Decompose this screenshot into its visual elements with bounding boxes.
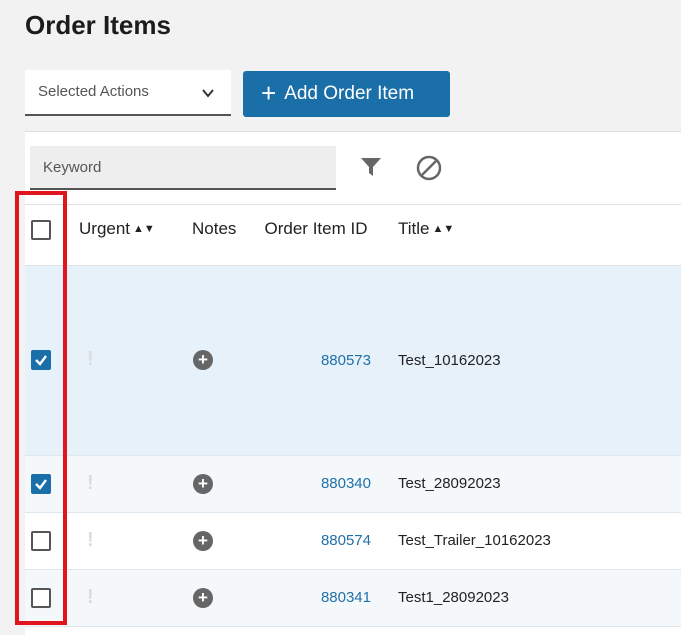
order-items-panel: Urgent▲▼ Notes Order Item ID Title▲▼ ! +… (25, 131, 681, 635)
column-header-title[interactable]: Title ▲▼ (398, 219, 454, 239)
title-cell: Test1_28092023 (398, 589, 509, 606)
urgent-icon[interactable]: ! (87, 472, 94, 495)
add-order-item-label: Add Order Item (284, 83, 415, 104)
plus-icon: + (261, 78, 277, 108)
order-item-id-link[interactable]: 880574 (261, 532, 371, 549)
add-note-icon[interactable]: + (193, 350, 213, 370)
urgent-icon[interactable]: ! (87, 348, 94, 371)
table-row: ! + 880574 Test_Trailer_10162023 (25, 513, 681, 570)
sort-icon: ▲▼ (432, 223, 455, 235)
add-note-icon[interactable]: + (193, 531, 213, 551)
page-title: Order Items (25, 10, 171, 40)
clear-filter-icon[interactable] (416, 155, 442, 181)
column-header-urgent[interactable]: Urgent ▲▼ (79, 219, 155, 239)
selected-actions-dropdown[interactable]: Selected Actions (25, 70, 231, 116)
row-checkbox[interactable] (31, 350, 51, 370)
table-row: ! + 880341 Test1_28092023 (25, 570, 681, 627)
table-header: Urgent ▲▼ Notes Order Item ID Title ▲▼ (25, 204, 681, 266)
urgent-icon[interactable]: ! (87, 529, 94, 552)
chevron-down-icon (202, 89, 214, 98)
column-label-urgent: Urgent (79, 219, 131, 238)
column-label-title: Title (398, 219, 430, 238)
column-header-notes: Notes (192, 219, 237, 238)
row-checkbox[interactable] (31, 474, 51, 494)
keyword-search-input[interactable] (30, 146, 336, 190)
title-cell: Test_10162023 (398, 352, 501, 369)
filter-icon[interactable] (360, 157, 382, 177)
order-item-id-link[interactable]: 880341 (261, 589, 371, 606)
add-note-icon[interactable]: + (193, 474, 213, 494)
add-note-icon[interactable]: + (193, 588, 213, 608)
row-checkbox[interactable] (31, 588, 51, 608)
title-cell: Test_28092023 (398, 475, 501, 492)
checkmark-icon (35, 479, 47, 490)
table-row: ! + 880340 Test_28092023 (25, 456, 681, 513)
sort-icon: ▲▼ (133, 223, 155, 235)
row-checkbox[interactable] (31, 531, 51, 551)
urgent-icon[interactable]: ! (87, 586, 94, 609)
column-header-order-item-id: Order Item ID (264, 219, 368, 238)
title-cell: Test_Trailer_10162023 (398, 532, 551, 549)
order-item-id-link[interactable]: 880573 (261, 352, 371, 369)
order-item-id-link[interactable]: 880340 (261, 475, 371, 492)
add-order-item-button[interactable]: + Add Order Item (243, 71, 450, 117)
select-all-checkbox[interactable] (31, 220, 51, 240)
table-row: ! + 880573 Test_10162023 (25, 266, 681, 456)
selected-actions-placeholder: Selected Actions (38, 83, 149, 100)
checkmark-icon (35, 355, 47, 366)
